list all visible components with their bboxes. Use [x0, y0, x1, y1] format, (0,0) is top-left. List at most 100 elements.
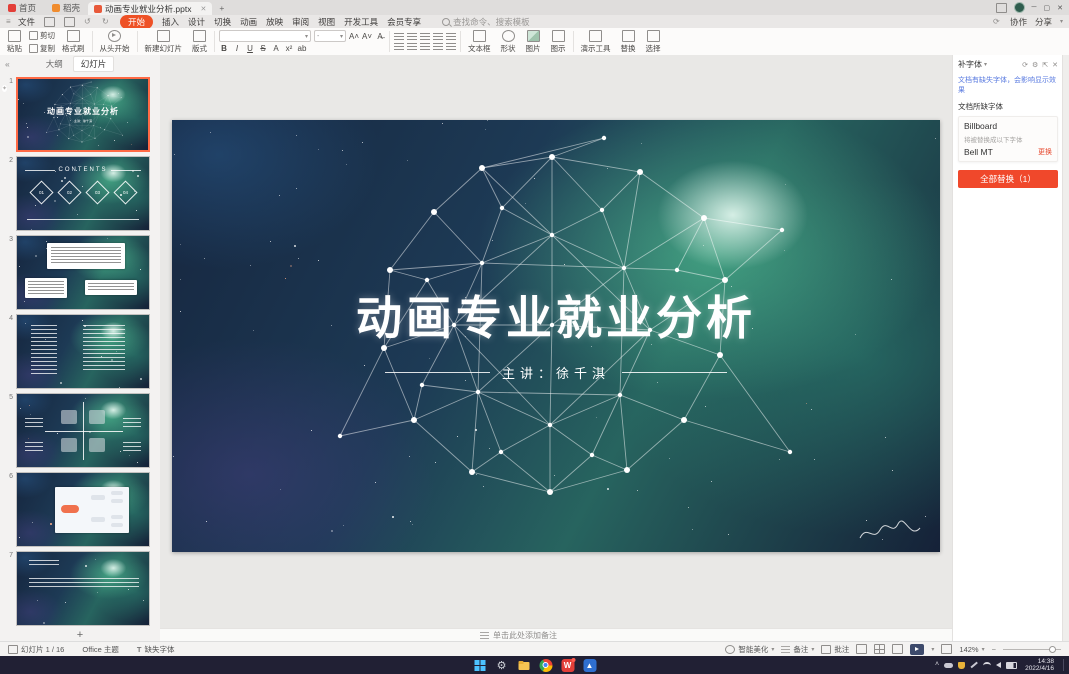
tab-design[interactable]: 设计 [188, 16, 205, 28]
refresh-icon[interactable]: ⟳ [1022, 61, 1028, 69]
slide-thumb-4[interactable]: 4 [2, 314, 154, 389]
replace-all-button[interactable]: 全部替换（1） [958, 170, 1058, 188]
chevron-down-icon[interactable]: ▾ [931, 646, 934, 653]
line-spacing-icon[interactable] [446, 33, 456, 41]
bold-button[interactable]: B [219, 44, 229, 53]
collaborate-button[interactable]: 协作 [1010, 16, 1027, 28]
file-menu[interactable]: ≡ 文件 [6, 16, 35, 28]
tab-home[interactable]: 首页 [0, 0, 44, 15]
slide-thumb-7[interactable]: 7 [2, 551, 154, 626]
font-name-select[interactable]: ▾ [219, 30, 311, 42]
strikethrough-button[interactable]: S [258, 44, 268, 53]
chevron-down-icon[interactable]: ▾ [1060, 18, 1063, 25]
maximize-button[interactable]: ▢ [1044, 4, 1051, 12]
tab-close-icon[interactable]: ✕ [200, 5, 206, 13]
gear-icon[interactable]: ⚙ [1032, 61, 1038, 69]
textbox-button[interactable]: 文本框 [465, 30, 494, 54]
sync-icon[interactable]: ⟳ [993, 18, 1002, 26]
close-panel-icon[interactable]: ✕ [1052, 61, 1058, 69]
italic-button[interactable]: I [232, 44, 242, 53]
bullets-icon[interactable] [394, 33, 404, 41]
layout-button[interactable]: 版式 [189, 30, 210, 54]
missing-font-indicator[interactable]: T 缺失字体 [137, 644, 175, 655]
avatar[interactable] [1014, 2, 1025, 13]
add-slide-button[interactable]: + [0, 628, 160, 641]
redo-icon[interactable]: ↻ [102, 18, 111, 26]
slide-sorter-view-button[interactable] [874, 644, 885, 654]
columns-icon[interactable] [446, 43, 456, 51]
new-tab-button[interactable]: + [212, 0, 231, 15]
tab-docer[interactable]: 稻壳 [44, 0, 88, 15]
clear-format-icon[interactable]: A̶ [375, 32, 385, 41]
layout-switch-icon[interactable] [996, 3, 1007, 13]
play-from-start-button[interactable]: 从头开始 [97, 30, 133, 54]
slide-thumb-3[interactable]: 3 [2, 235, 154, 310]
battery-icon[interactable] [1006, 662, 1017, 669]
zoom-slider[interactable] [1003, 649, 1061, 650]
tab-review[interactable]: 审阅 [292, 16, 309, 28]
paste-button[interactable]: 粘贴 [4, 30, 25, 54]
settings-icon[interactable]: ⚙ [495, 659, 508, 672]
align-center-icon[interactable] [407, 43, 417, 51]
tab-animation[interactable]: 动画 [240, 16, 257, 28]
share-button[interactable]: 分享 [1035, 16, 1052, 28]
editing-canvas[interactable]: 动画专业就业分析 主讲：徐千淇 [160, 55, 952, 628]
pen-tray-icon[interactable] [971, 662, 978, 668]
align-left-icon[interactable] [394, 43, 404, 51]
tab-document[interactable]: 动画专业就业分析.pptx ✕ [88, 2, 212, 15]
tab-slides[interactable]: 幻灯片 [73, 56, 115, 72]
tab-member[interactable]: 会员专享 [387, 16, 421, 28]
slide-thumb-1[interactable]: 1 ✦ 动画专业就业分析 主讲：徐千淇 [2, 77, 154, 152]
numbering-icon[interactable] [407, 33, 417, 41]
change-font-link[interactable]: 更换 [1038, 147, 1052, 157]
collapse-panel-icon[interactable]: « [5, 59, 10, 69]
new-slide-button[interactable]: 新建幻灯片 [142, 30, 186, 54]
indent-decrease-icon[interactable] [420, 33, 430, 41]
command-search[interactable]: 查找命令、搜索模板 [442, 16, 530, 28]
replace-button[interactable]: 替换 [618, 30, 639, 54]
zoom-out-button[interactable]: − [992, 645, 996, 654]
copy-button[interactable]: 复制 [29, 43, 55, 54]
wps-taskbar-icon[interactable]: W [561, 659, 574, 672]
play-slideshow-button[interactable] [910, 644, 924, 655]
superscript-icon[interactable]: x² [284, 44, 294, 53]
format-painter-button[interactable]: 格式刷 [59, 30, 88, 54]
font-size-select[interactable]: -▾ [314, 30, 346, 42]
save-icon[interactable] [44, 17, 55, 27]
start-button[interactable] [473, 659, 486, 672]
comments-toggle[interactable]: 批注 [821, 644, 849, 655]
normal-view-button[interactable] [856, 644, 867, 654]
missing-font-help-link[interactable]: 文档有缺失字体，会影响显示效果 [953, 73, 1063, 97]
tab-outline[interactable]: 大纲 [46, 58, 63, 70]
tab-transition[interactable]: 切换 [214, 16, 231, 28]
increase-font-icon[interactable]: A˄ [349, 32, 359, 41]
align-right-icon[interactable] [420, 43, 430, 51]
reading-view-button[interactable] [892, 644, 903, 654]
slide-subtitle[interactable]: 主讲：徐千淇 [172, 363, 940, 382]
tab-slideshow[interactable]: 放映 [266, 16, 283, 28]
theme-indicator[interactable]: Office 主题 [82, 644, 119, 655]
print-icon[interactable] [64, 17, 75, 27]
file-explorer-icon[interactable] [517, 659, 530, 672]
volume-icon[interactable] [996, 662, 1001, 668]
slide-thumb-5[interactable]: 5 [2, 393, 154, 468]
cut-button[interactable]: 剪切 [29, 30, 55, 41]
present-tools-button[interactable]: 演示工具 [578, 30, 614, 54]
show-desktop-button[interactable] [1063, 659, 1066, 671]
font-color-icon[interactable]: A [271, 44, 281, 53]
tab-start[interactable]: 开始 [120, 15, 153, 29]
tab-view[interactable]: 视图 [318, 16, 335, 28]
slide-1-canvas[interactable]: 动画专业就业分析 主讲：徐千淇 [172, 120, 940, 552]
justify-icon[interactable] [433, 43, 443, 51]
right-scroll-strip[interactable] [1062, 55, 1069, 641]
slide-title[interactable]: 动画专业就业分析 [172, 282, 940, 348]
pin-icon[interactable]: ⇱ [1042, 61, 1048, 69]
zoom-slider-knob[interactable] [1049, 646, 1056, 653]
indent-increase-icon[interactable] [433, 33, 443, 41]
chrome-icon[interactable] [539, 659, 552, 672]
shape-button[interactable]: 形状 [498, 30, 519, 54]
highlight-icon[interactable]: ab [297, 44, 307, 53]
cloud-tray-icon[interactable] [944, 663, 953, 668]
undo-icon[interactable]: ↺ [84, 18, 93, 26]
photos-app-icon[interactable]: ▲ [583, 659, 596, 672]
